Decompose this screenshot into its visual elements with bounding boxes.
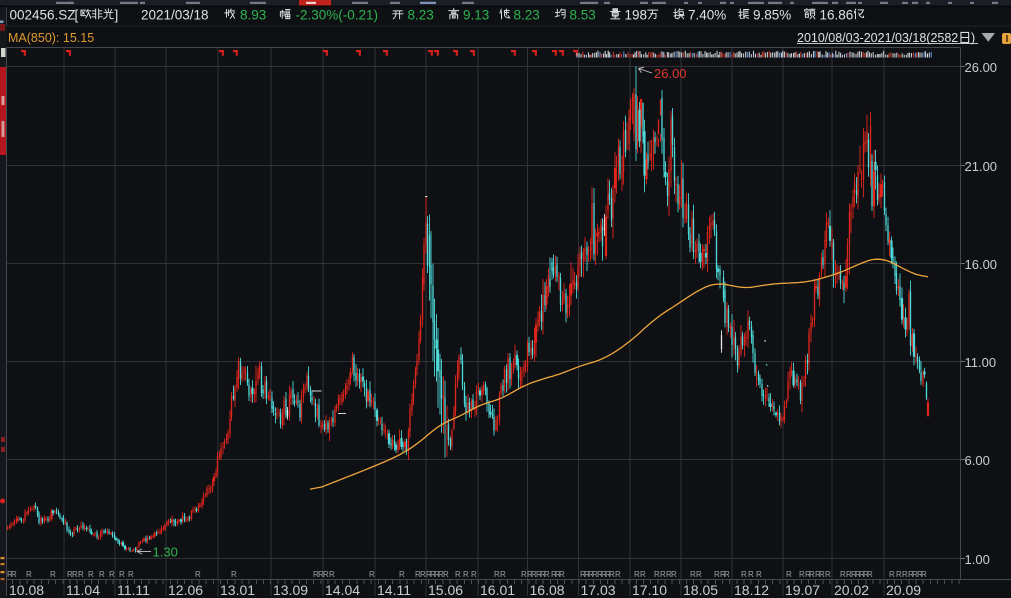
svg-text:26.00: 26.00 — [654, 66, 687, 81]
svg-text:14.11: 14.11 — [377, 582, 411, 598]
svg-text:): ) — [971, 31, 975, 45]
svg-text:11.11: 11.11 — [117, 582, 150, 598]
svg-text:19.07: 19.07 — [785, 582, 820, 598]
svg-text:14.04: 14.04 — [325, 582, 360, 598]
svg-text:2010/08/03-2021/03/18(2582: 2010/08/03-2021/03/18(2582 — [797, 31, 958, 45]
svg-text:16.00: 16.00 — [965, 257, 998, 272]
svg-text:8.23: 8.23 — [514, 8, 540, 23]
svg-text:MA(850): 15.15: MA(850): 15.15 — [8, 31, 94, 45]
svg-text:10.08: 10.08 — [9, 582, 44, 598]
svg-text:R: R — [786, 570, 792, 579]
svg-text:8.23: 8.23 — [408, 8, 434, 23]
svg-text:R: R — [329, 570, 335, 579]
svg-text:R: R — [128, 570, 134, 579]
svg-text:R: R — [559, 570, 565, 579]
svg-text:13.09: 13.09 — [273, 582, 308, 598]
svg-text:R: R — [825, 570, 831, 579]
svg-text:R: R — [867, 570, 873, 579]
svg-text:R: R — [640, 570, 646, 579]
svg-text:R: R — [671, 570, 677, 579]
svg-text:18.05: 18.05 — [683, 582, 718, 598]
svg-text:-2.30%(-0.21): -2.30%(-0.21) — [296, 8, 379, 23]
svg-text:17.03: 17.03 — [581, 582, 616, 598]
svg-text:R: R — [26, 570, 32, 579]
svg-text:R: R — [756, 570, 762, 579]
svg-text:7.40%: 7.40% — [688, 8, 726, 23]
svg-text:R: R — [11, 570, 17, 579]
svg-text:16.01: 16.01 — [480, 582, 515, 598]
svg-text:198: 198 — [625, 8, 648, 23]
svg-text:15.06: 15.06 — [428, 582, 463, 598]
svg-text:6.00: 6.00 — [965, 453, 990, 468]
svg-text:9.13: 9.13 — [463, 8, 489, 23]
svg-text:R: R — [696, 570, 702, 579]
svg-text:R: R — [921, 570, 927, 579]
svg-text:26.00: 26.00 — [965, 60, 998, 75]
svg-text:R: R — [455, 570, 461, 579]
svg-text:21.00: 21.00 — [965, 159, 998, 174]
svg-text:R: R — [195, 570, 201, 579]
svg-text:R: R — [615, 570, 621, 579]
svg-text:20.02: 20.02 — [834, 582, 869, 598]
svg-text:8.53: 8.53 — [570, 8, 596, 23]
svg-text:R: R — [119, 570, 125, 579]
svg-text:R: R — [88, 570, 94, 579]
svg-text:R: R — [109, 570, 115, 579]
svg-text:R: R — [50, 570, 56, 579]
svg-text:2021/03/18: 2021/03/18 — [141, 8, 209, 23]
svg-text:[: [ — [75, 8, 79, 23]
svg-text:]: ] — [115, 8, 119, 23]
svg-text:R: R — [471, 570, 477, 579]
svg-text:R: R — [889, 570, 895, 579]
svg-text:8.93: 8.93 — [240, 8, 266, 23]
svg-text:9.85%: 9.85% — [753, 8, 791, 23]
svg-text:20.09: 20.09 — [886, 582, 921, 598]
svg-text:16.86: 16.86 — [820, 8, 854, 23]
svg-text:R: R — [463, 570, 469, 579]
svg-text:R: R — [500, 570, 506, 579]
svg-text:1.00: 1.00 — [965, 552, 990, 567]
svg-text:11.00: 11.00 — [965, 355, 997, 370]
svg-text:R: R — [231, 570, 237, 579]
svg-text:18.12: 18.12 — [734, 582, 769, 598]
svg-text:002456.SZ: 002456.SZ — [10, 8, 76, 23]
svg-text:R: R — [443, 570, 449, 579]
svg-text:R: R — [724, 570, 730, 579]
svg-text:R: R — [99, 570, 105, 579]
svg-text:R: R — [399, 570, 405, 579]
svg-text:13.01: 13.01 — [220, 582, 255, 598]
svg-text:12.06: 12.06 — [168, 582, 203, 598]
svg-text:16.08: 16.08 — [530, 582, 565, 598]
svg-text:R: R — [544, 570, 550, 579]
svg-text:1.30: 1.30 — [153, 545, 178, 560]
svg-text:R: R — [78, 570, 84, 579]
svg-text:11.04: 11.04 — [66, 582, 100, 598]
svg-text:R: R — [369, 570, 375, 579]
svg-text:17.10: 17.10 — [632, 582, 667, 598]
svg-text:R: R — [741, 570, 747, 579]
svg-text:R: R — [748, 570, 754, 579]
